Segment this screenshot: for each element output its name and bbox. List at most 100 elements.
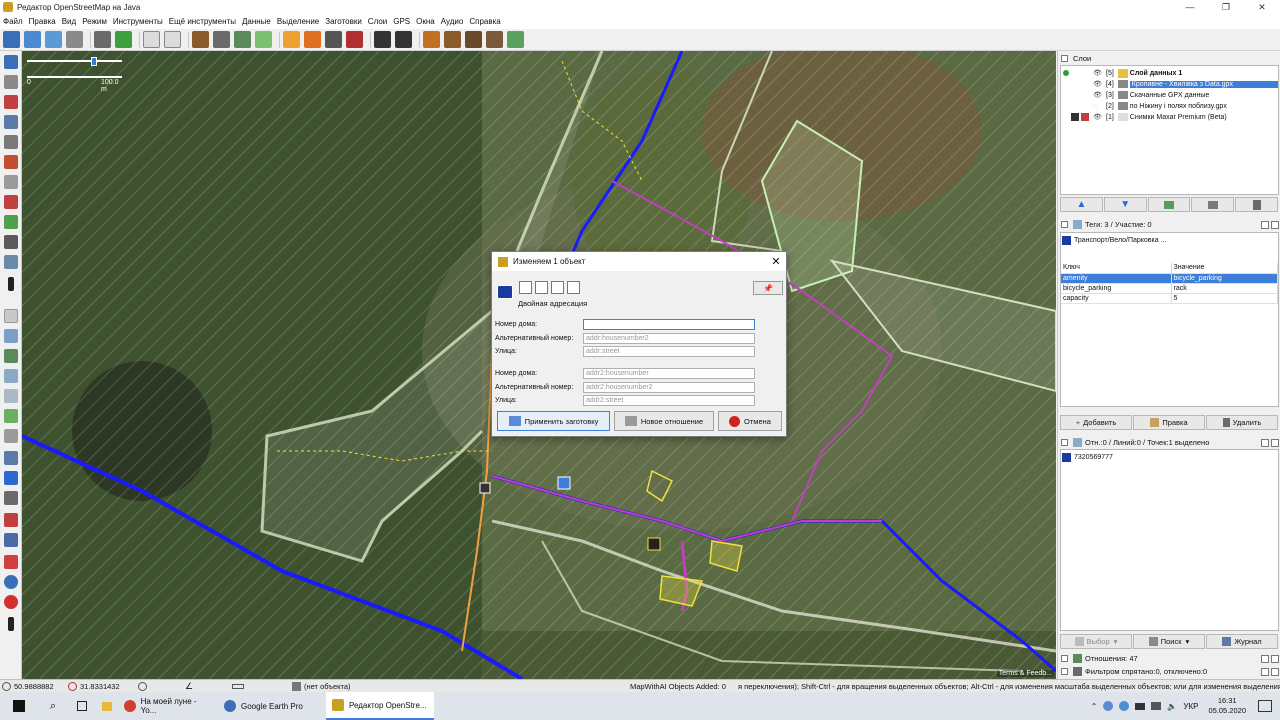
split-icon[interactable] xyxy=(4,195,18,209)
file-explorer-button[interactable] xyxy=(96,692,118,720)
panel-history-icon[interactable] xyxy=(4,575,18,589)
preset-link[interactable]: Транспорт/Вело/Парковка ... xyxy=(1062,235,1166,246)
move-up-button[interactable]: ▲ xyxy=(1060,197,1103,212)
activate-layer-button[interactable] xyxy=(1147,197,1191,212)
expand-icon[interactable] xyxy=(1061,655,1068,662)
layer-row[interactable]: ◌ [2] по Ніжину і полях поблизу.gpx xyxy=(1063,101,1278,111)
add-tag-button[interactable]: + Добавить xyxy=(1060,415,1132,430)
redo-icon[interactable] xyxy=(115,31,132,48)
delete-tag-button[interactable]: Удалить xyxy=(1206,415,1278,430)
collapse-icon[interactable] xyxy=(1061,55,1068,62)
refresh-icon[interactable] xyxy=(234,31,251,48)
panel-filter-icon[interactable] xyxy=(4,491,18,505)
list-item[interactable]: 7320569777 xyxy=(1062,452,1113,463)
filter-panel-header[interactable]: Фильтром спрятано:0, отключено:0 xyxy=(1058,665,1280,678)
tag-key[interactable]: bicycle_parking xyxy=(1061,283,1172,294)
layers-panel-header[interactable]: Слои xyxy=(1058,52,1280,65)
panel-validator-icon[interactable] xyxy=(4,409,18,423)
housenumber-input[interactable] xyxy=(583,318,755,330)
close-panel-icon[interactable] xyxy=(1271,667,1279,676)
panel-toolbox-icon[interactable] xyxy=(4,513,18,527)
move-down-button[interactable]: ▼ xyxy=(1103,197,1147,212)
detach-icon[interactable] xyxy=(1261,220,1269,229)
menu-data[interactable]: Данные xyxy=(242,17,271,26)
tray-app-icon[interactable] xyxy=(1103,701,1114,711)
parallel-icon[interactable] xyxy=(4,155,18,169)
select-mode-icon[interactable] xyxy=(4,55,18,69)
zoom-slider[interactable] xyxy=(27,60,122,62)
housenumber2-input[interactable]: addr:housenumber2 xyxy=(583,332,755,344)
mapwithai-icon[interactable] xyxy=(507,31,524,48)
menu-gps[interactable]: GPS xyxy=(393,17,410,26)
menu-mode[interactable]: Режим xyxy=(82,17,107,26)
panel-changeset-icon[interactable] xyxy=(4,595,18,609)
map-poi-marker[interactable] xyxy=(479,482,491,494)
tray-chevron-icon[interactable]: ⌃ xyxy=(1091,702,1098,711)
search-button-taskbar[interactable]: ⌕ xyxy=(38,692,68,720)
pin-toolbar-icon[interactable]: 📌 xyxy=(753,281,783,295)
combine-icon[interactable] xyxy=(4,215,18,229)
new-relation-button[interactable]: Новое отношение xyxy=(614,411,714,431)
detach-icon[interactable] xyxy=(1261,667,1269,676)
visibility-eye-icon[interactable]: 👁 xyxy=(1093,69,1102,77)
lasso-icon[interactable] xyxy=(4,75,18,89)
expand-arrow-icon[interactable] xyxy=(8,277,14,291)
upload-icon[interactable] xyxy=(66,31,83,48)
hydrant-icon[interactable] xyxy=(304,31,321,48)
close-icon[interactable]: ✕ xyxy=(1244,0,1280,14)
selection-panel-header[interactable]: Отн.:0 / Линий:0 / Точек:1 выделено xyxy=(1058,436,1280,449)
panel-map-paint-icon[interactable] xyxy=(4,533,18,547)
close-panel-icon[interactable] xyxy=(1271,438,1279,447)
language-indicator[interactable]: УКР xyxy=(1183,702,1198,711)
addr2-housenumber-input[interactable]: addr2:housenumber xyxy=(583,367,755,379)
menu-help[interactable]: Справка xyxy=(469,17,500,26)
layer-row[interactable]: 👁 [1] Снимки Maxar Premium (Beta) xyxy=(1063,112,1278,122)
expand-panels-arrow-icon[interactable] xyxy=(8,617,14,631)
merge-layer-button[interactable] xyxy=(1191,197,1235,212)
hidden-eye-icon[interactable]: ◌ xyxy=(1093,103,1102,110)
panel-conflict-icon[interactable] xyxy=(4,451,18,465)
building-icon[interactable] xyxy=(346,31,363,48)
menu-more-tools[interactable]: Ещё инструменты xyxy=(169,17,236,26)
delete-layer-button[interactable] xyxy=(1235,197,1278,212)
dropdown-arrow-icon[interactable]: ▾ xyxy=(1186,637,1190,646)
panel-notes-icon[interactable] xyxy=(4,429,18,443)
panel-location-icon[interactable] xyxy=(4,555,18,569)
menu-file[interactable]: Файл xyxy=(3,17,23,26)
zoom-data-icon[interactable] xyxy=(143,31,160,48)
panel-relations-icon[interactable] xyxy=(4,349,18,363)
tag-row[interactable]: capacity 5 xyxy=(1061,293,1278,304)
map-poi-marker[interactable] xyxy=(647,537,661,551)
panel-selection-icon[interactable] xyxy=(4,369,18,383)
network-icon[interactable] xyxy=(1151,702,1162,710)
collapse-icon[interactable] xyxy=(1061,221,1068,228)
volume-icon[interactable]: 🔈 xyxy=(1167,702,1177,711)
map-poi-marker[interactable] xyxy=(557,476,571,490)
layer-row[interactable]: 👁 [4] Кропивне - Хвилівка з Data.gpx xyxy=(1063,79,1278,89)
clock[interactable]: 16:31 05.05.2020 xyxy=(1208,696,1246,716)
visibility-eye-icon[interactable]: 👁 xyxy=(1093,113,1102,121)
tag-value[interactable]: 5 xyxy=(1171,293,1278,304)
detach-icon[interactable] xyxy=(1261,654,1269,663)
panel-users-icon[interactable] xyxy=(4,389,18,403)
visibility-eye-icon[interactable]: 👁 xyxy=(1093,80,1102,88)
undo-icon[interactable] xyxy=(94,31,111,48)
street-input[interactable]: addr:street xyxy=(583,345,755,357)
save-icon[interactable] xyxy=(24,31,41,48)
menu-layers[interactable]: Слои xyxy=(368,17,387,26)
expand-icon[interactable] xyxy=(1061,668,1068,675)
panel-tags-icon[interactable] xyxy=(4,329,18,343)
maximize-icon[interactable]: ❐ xyxy=(1208,0,1244,14)
open-file-icon[interactable] xyxy=(3,31,20,48)
cancel-button[interactable]: Отмена xyxy=(718,411,782,431)
layer-row[interactable]: 👁 [5] Слой данных 1 xyxy=(1063,68,1278,78)
tag-key[interactable]: amenity xyxy=(1061,273,1172,284)
minimize-icon[interactable]: — xyxy=(1172,0,1208,14)
tag-row[interactable]: bicycle_parking rack xyxy=(1061,283,1278,294)
notifications-icon[interactable] xyxy=(1258,700,1272,712)
improve-way-icon[interactable] xyxy=(4,135,18,149)
castle-icon[interactable] xyxy=(465,31,482,48)
bicycle-preset-icon[interactable] xyxy=(192,31,209,48)
draw-icon[interactable] xyxy=(213,31,230,48)
bus-icon[interactable] xyxy=(395,31,412,48)
